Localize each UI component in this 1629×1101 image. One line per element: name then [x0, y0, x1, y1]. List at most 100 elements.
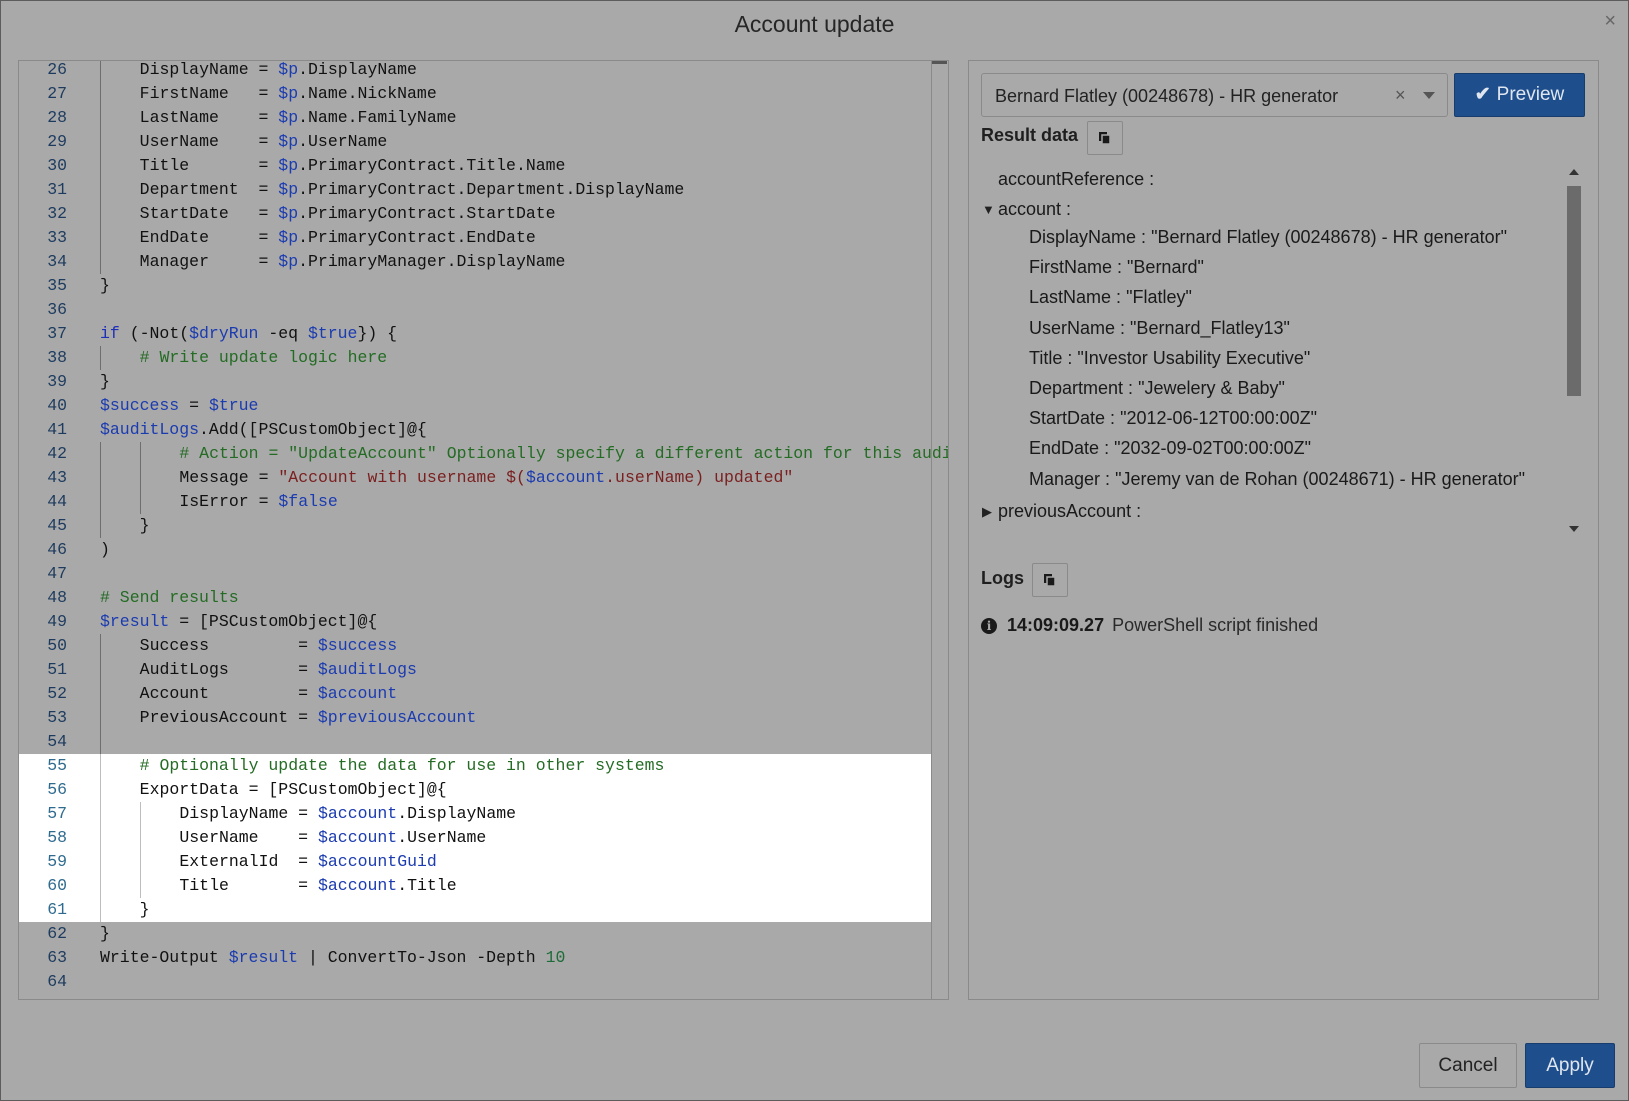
clear-icon[interactable]: ×	[1395, 85, 1406, 106]
code-line[interactable]: 27 FirstName = $p.Name.NickName	[19, 82, 948, 106]
code-token: Title =	[139, 156, 279, 175]
scroll-down-arrow-icon[interactable]	[1569, 526, 1579, 532]
code-line[interactable]: 42 # Action = "UpdateAccount" Optionally …	[19, 442, 948, 466]
code-line[interactable]: 49 $result = [PSCustomObject]@{	[19, 610, 948, 634]
code-token: $false	[278, 492, 338, 511]
code-line[interactable]: 61}	[19, 898, 931, 922]
code-line[interactable]: 45}	[19, 514, 948, 538]
copy-logs-button[interactable]	[1032, 563, 1068, 597]
code-line[interactable]: 38 # Write update logic here	[19, 346, 948, 370]
result-data-scrollbar[interactable]	[1565, 165, 1583, 537]
code-text: Write-Output $result | ConvertTo-Json -D…	[100, 946, 565, 970]
code-line[interactable]: 56 ExportData = [PSCustomObject]@{	[19, 778, 931, 802]
code-text: ExportData = [PSCustomObject]@{	[140, 778, 447, 802]
code-line[interactable]: 44 IsError = $false	[19, 490, 948, 514]
code-line[interactable]: 64	[19, 970, 948, 994]
person-select[interactable]: Bernard Flatley (00248678) - HR generato…	[981, 73, 1448, 117]
code-line[interactable]: 40 $success = $true	[19, 394, 948, 418]
code-line[interactable]: 32 StartDate = $p.PrimaryContract.StartDa…	[19, 202, 948, 226]
code-token: $account	[525, 468, 606, 487]
editor-scrollbar-thumb[interactable]	[932, 61, 947, 64]
code-token: DisplayName =	[179, 804, 318, 823]
code-token: $success	[100, 396, 180, 415]
cancel-button[interactable]: Cancel	[1419, 1043, 1517, 1088]
code-line[interactable]: 59 ExternalId = $accountGuid	[19, 850, 931, 874]
code-editor[interactable]: 26 DisplayName = $p.DisplayName 27 FirstNam…	[18, 60, 949, 1000]
result-data-scrollbar-thumb[interactable]	[1567, 186, 1581, 396]
code-line[interactable]: 41 $auditLogs.Add([PSCustomObject]@{	[19, 418, 948, 442]
code-line[interactable]: 36	[19, 298, 948, 322]
code-token: # Write update logic here	[139, 348, 388, 367]
line-number: 64	[47, 972, 67, 991]
code-line[interactable]: 62}	[19, 922, 948, 946]
scroll-up-arrow-icon[interactable]	[1569, 169, 1579, 175]
account-field[interactable]: DisplayName : "Bernard Flatley (00248678…	[1029, 227, 1507, 248]
code-line[interactable]: 33 EndDate = $p.PrimaryContract.EndDate	[19, 226, 948, 250]
code-token: $true	[208, 396, 259, 415]
indent-guide	[139, 490, 141, 514]
field-key: UserName	[1029, 317, 1116, 338]
code-line[interactable]: 57 DisplayName = $account.DisplayName	[19, 802, 931, 826]
line-number: 47	[47, 564, 67, 583]
account-field[interactable]: FirstName : "Bernard"	[1029, 257, 1204, 278]
code-line[interactable]: 39}	[19, 370, 948, 394]
account-field[interactable]: UserName : "Bernard_Flatley13"	[1029, 318, 1290, 339]
code-line[interactable]: 28 LastName = $p.Name.FamilyName	[19, 106, 948, 130]
indent-guide	[100, 682, 101, 706]
code-text: DisplayName = $p.DisplayName	[140, 61, 417, 82]
code-token: IsError =	[179, 492, 279, 511]
field-key: FirstName	[1029, 257, 1113, 278]
indent-guide	[100, 754, 101, 778]
code-line[interactable]: 58 UserName = $account.UserName	[19, 826, 931, 850]
code-line[interactable]: 53 PreviousAccount = $previousAccount	[19, 706, 948, 730]
code-line[interactable]: 34 Manager = $p.PrimaryManager.DisplayNam…	[19, 250, 948, 274]
indent-guide	[100, 226, 101, 250]
code-line[interactable]: 43 Message = "Account with username $($ac…	[19, 466, 948, 490]
editor-scrollbar[interactable]	[931, 61, 948, 999]
preview-button[interactable]: ✔ Preview	[1454, 73, 1585, 117]
code-line[interactable]: 55 # Optionally update the data for use i…	[19, 754, 931, 778]
code-line[interactable]: 63 Write-Output $result | ConvertTo-Json …	[19, 946, 948, 970]
log-time: 14:09:09.27	[1007, 615, 1105, 635]
account-field[interactable]: EndDate : "2032-09-02T00:00:00Z"	[1029, 438, 1311, 459]
code-line[interactable]: 51 AuditLogs = $auditLogs	[19, 658, 948, 682]
code-line[interactable]: 29 UserName = $p.UserName	[19, 130, 948, 154]
code-token: }	[100, 276, 110, 295]
code-line[interactable]: 26 DisplayName = $p.DisplayName	[19, 61, 948, 82]
code-token: .Add([PSCustomObject]@{	[199, 420, 427, 439]
copy-icon	[1099, 132, 1111, 145]
account-field[interactable]: Manager : "Jeremy van de Rohan (00248671…	[1029, 469, 1525, 490]
code-line[interactable]: 48 # Send results	[19, 586, 948, 610]
apply-button[interactable]: Apply	[1525, 1043, 1615, 1088]
code-token: $p	[278, 180, 299, 199]
code-line[interactable]: 52 Account = $account	[19, 682, 948, 706]
chevron-down-icon[interactable]	[1423, 92, 1435, 99]
copy-result-data-button[interactable]	[1087, 121, 1123, 155]
close-icon[interactable]: ×	[1604, 10, 1616, 33]
account-field[interactable]: Title : "Investor Usability Executive"	[1029, 348, 1310, 369]
indent-guide	[139, 466, 141, 490]
code-line[interactable]: 35}	[19, 274, 948, 298]
code-line[interactable]: 31 Department = $p.PrimaryContract.Depart…	[19, 178, 948, 202]
tree-node-account[interactable]: account :	[998, 199, 1071, 220]
code-line[interactable]: 54	[19, 730, 948, 754]
code-line[interactable]: 30 Title = $p.PrimaryContract.Title.Name	[19, 154, 948, 178]
code-line[interactable]: 50 Success = $success	[19, 634, 948, 658]
code-line[interactable]: 37 if (-Not($dryRun -eq $true}) {	[19, 322, 948, 346]
tree-node-account-reference[interactable]: accountReference :	[998, 169, 1154, 190]
code-line[interactable]: 47	[19, 562, 948, 586]
line-number: 57	[47, 804, 67, 823]
code-token: = [PSCustomObject]@{	[169, 612, 378, 631]
expanded-arrow-icon[interactable]: ▼	[982, 202, 995, 217]
account-field[interactable]: Department : "Jewelery & Baby"	[1029, 378, 1285, 399]
account-field[interactable]: StartDate : "2012-06-12T00:00:00Z"	[1029, 408, 1317, 429]
code-line[interactable]: 46)	[19, 538, 948, 562]
tree-node-previous-account[interactable]: previousAccount :	[998, 501, 1141, 522]
code-line[interactable]: 60 Title = $account.Title	[19, 874, 931, 898]
indent-guide	[100, 658, 101, 682]
code-token: )	[100, 540, 110, 559]
code-text: $success = $true	[100, 394, 258, 418]
indent-guide	[100, 178, 101, 202]
account-field[interactable]: LastName : "Flatley"	[1029, 287, 1192, 308]
collapsed-arrow-icon[interactable]: ▶	[982, 504, 992, 520]
